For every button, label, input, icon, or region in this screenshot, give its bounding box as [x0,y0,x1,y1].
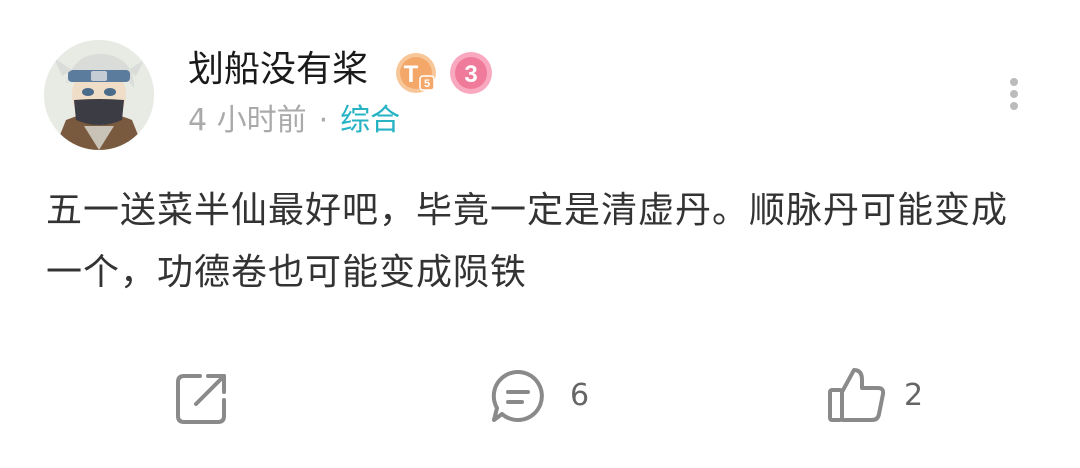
thumbs-up-icon [828,368,886,422]
comment-count: 6 [570,378,590,413]
level-badge[interactable]: 3 [448,50,494,96]
avatar[interactable] [44,40,154,150]
action-bar: 6 2 [0,360,1080,430]
post-card: 划船没有桨 T 5 3 4 小时前 · 综合 五一送菜半仙最好吧，毕竟一定是清虚丹。… [0,0,1080,468]
comment-icon [491,369,544,422]
title-badge[interactable]: T 5 [394,50,440,96]
comment-button[interactable]: 6 [488,366,608,426]
title-badge-sub: 5 [424,78,430,90]
title-badge-icon: T 5 [396,53,436,93]
post-meta: 4 小时前 · 综合 [188,100,400,142]
like-count: 2 [904,378,924,413]
post-category[interactable]: 综合 [340,103,400,138]
username[interactable]: 划船没有桨 [188,46,368,94]
post-content: 五一送菜半仙最好吧，毕竟一定是清虚丹。顺脉丹可能变成一个，功德卷也可能变成陨铁 [46,190,1009,293]
level-badge-number: 3 [464,61,477,88]
title-badge-letter: T [404,61,419,88]
more-vertical-icon [1010,78,1018,110]
share-button[interactable] [172,368,232,428]
level-badge-icon: 3 [450,52,492,94]
meta-separator: · [318,103,329,138]
post-time: 4 小时前 [188,103,307,138]
more-options-button[interactable] [1000,74,1028,114]
share-icon [176,374,226,424]
avatar-image [44,40,154,150]
like-button[interactable]: 2 [826,364,936,426]
